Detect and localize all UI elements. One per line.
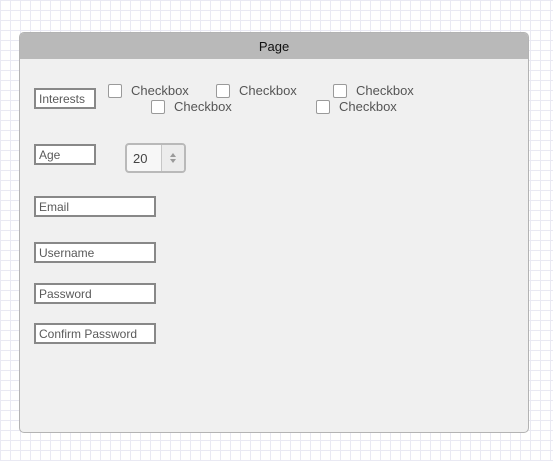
stepper-up-icon[interactable] [170,153,176,157]
checkbox-label: Checkbox [131,83,189,98]
password-field[interactable]: Password [34,283,156,304]
checkbox-box[interactable] [216,83,230,98]
stepper-arrows[interactable] [161,145,184,171]
interest-checkbox-5[interactable]: Checkbox [316,99,397,114]
window-title: Page [258,38,290,54]
checkbox-box[interactable] [108,83,122,98]
checkbox-label: Checkbox [339,99,397,114]
confirm-password-field[interactable]: Confirm Password [34,323,156,344]
checkbox-label: Checkbox [239,83,297,98]
stepper-down-icon[interactable] [170,159,176,163]
interest-checkbox-3[interactable]: Checkbox [333,83,414,98]
age-value[interactable]: 20 [127,145,161,171]
checkbox-label: Checkbox [356,83,414,98]
checkbox-label: Checkbox [174,99,232,114]
interest-checkbox-1[interactable]: Checkbox [108,83,189,98]
interest-checkbox-4[interactable]: Checkbox [151,99,232,114]
interest-checkbox-2[interactable]: Checkbox [216,83,297,98]
checkbox-box[interactable] [151,99,165,114]
username-field[interactable]: Username [34,242,156,263]
age-label: Age [34,144,96,165]
interests-label: Interests [34,88,96,109]
window-titlebar: Page [20,33,528,59]
checkbox-box[interactable] [316,99,330,114]
email-field[interactable]: Email [34,196,156,217]
age-stepper[interactable]: 20 [125,143,186,173]
checkbox-box[interactable] [333,83,347,98]
page-window: Page Interests Checkbox Checkbox Checkbo… [19,32,529,433]
